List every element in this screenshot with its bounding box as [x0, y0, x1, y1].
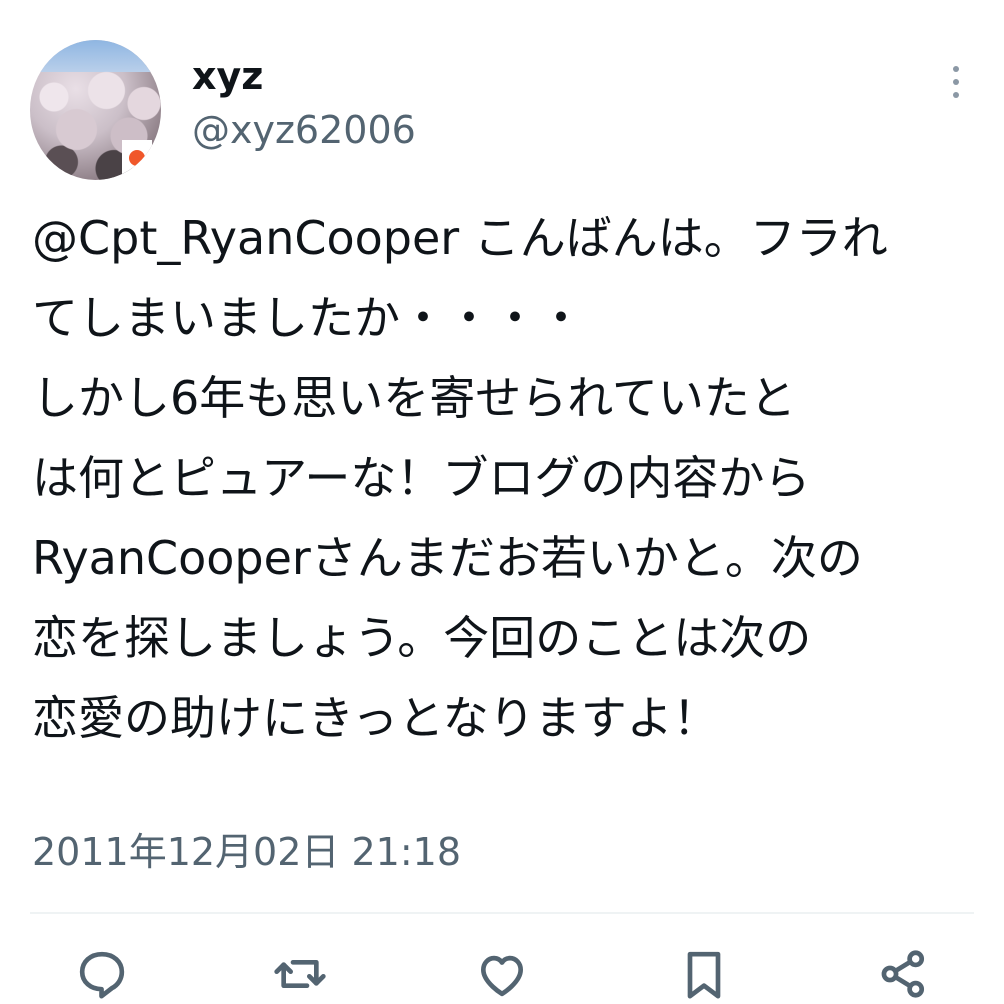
tweet-text: @Cpt_RyanCooper こんばんは。フラれ てしまいましたか・・・・ し…: [32, 198, 984, 758]
tweet-text-line: @Cpt_RyanCooper こんばんは。フラれ: [32, 211, 888, 265]
more-dot: [953, 92, 959, 98]
more-dot: [953, 79, 959, 85]
action-bar: [0, 946, 1004, 1004]
display-name[interactable]: xyz: [192, 52, 263, 100]
bookmark-icon[interactable]: [676, 946, 732, 1002]
tweet-text-line: しかし6年も思いを寄せられていたと: [32, 371, 796, 425]
tweet-timestamp[interactable]: 2011年12月02日 21:18: [32, 826, 461, 878]
user-handle[interactable]: @xyz62006: [192, 106, 416, 154]
tweet-text-line: 恋を探しましょう。今回のことは次の: [32, 611, 812, 665]
more-options-icon[interactable]: [944, 64, 968, 100]
divider: [30, 912, 974, 914]
tweet-text-line: てしまいましたか・・・・: [32, 291, 584, 345]
tweet-text-line: RyanCooperさんまだお若いかと。次の: [32, 531, 863, 585]
avatar[interactable]: [30, 40, 161, 180]
like-icon[interactable]: [474, 946, 530, 1002]
reply-icon[interactable]: [74, 946, 130, 1002]
tweet-text-line: 恋愛の助けにきっとなりますよ！: [32, 691, 719, 745]
avatar-badge: [122, 140, 152, 174]
share-icon[interactable]: [876, 946, 932, 1002]
tweet-text-line: は何とピュアーな！ブログの内容から: [32, 451, 811, 505]
retweet-icon[interactable]: [272, 946, 328, 1002]
more-dot: [953, 66, 959, 72]
